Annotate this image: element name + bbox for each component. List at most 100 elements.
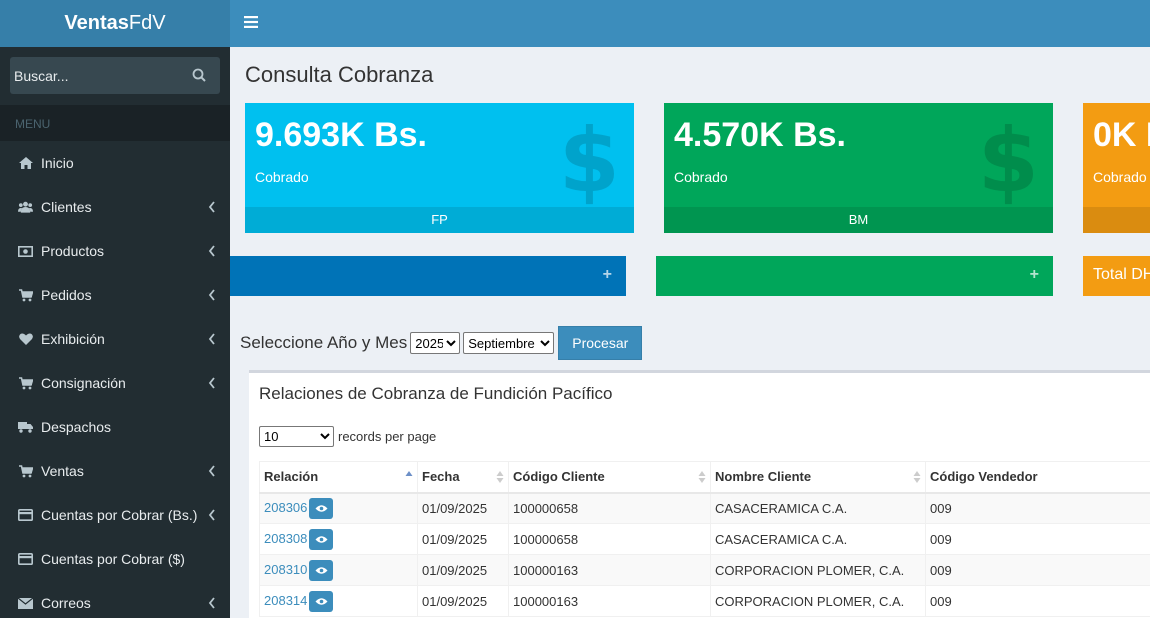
records-per-page: 10 records per page <box>259 426 436 447</box>
cell-codigo-cliente: 100000658 <box>508 492 711 524</box>
home-icon <box>18 156 33 170</box>
sidebar-item-despachos[interactable]: Despachos <box>0 405 230 449</box>
table-row: 208308 01/09/2025 100000658 CASACERAMICA… <box>259 523 1150 555</box>
collapsed-box-title: Total DH <box>1093 266 1150 283</box>
sort-both-icon <box>496 471 504 483</box>
chevron-left-icon <box>208 289 215 301</box>
sidebar-item-consignacion[interactable]: Consignación <box>0 361 230 405</box>
sidebar-item-label: Productos <box>41 243 105 259</box>
box-footer-link[interactable] <box>1083 207 1150 233</box>
chevron-left-icon <box>208 201 215 213</box>
info-box-fp: 9.693K Bs. Cobrado $ FP <box>245 103 634 233</box>
column-header-fecha[interactable]: Fecha <box>417 461 509 494</box>
cell-nombre-cliente: CASACERAMICA C.A. <box>710 523 926 555</box>
money-icon <box>18 244 33 258</box>
box-value: 9.693K Bs. <box>255 116 427 154</box>
column-header-label: Código Vendedor <box>930 469 1038 485</box>
sort-both-icon <box>698 471 706 483</box>
month-select[interactable]: Septiembre <box>463 332 555 354</box>
sidebar-item-label: Clientes <box>41 199 92 215</box>
cell-fecha: 01/09/2025 <box>417 585 509 617</box>
sidebar-item-label: Despachos <box>41 419 112 435</box>
eye-icon <box>315 505 328 512</box>
expand-plus-icon[interactable]: + <box>1030 266 1039 284</box>
users-icon <box>18 200 33 214</box>
column-header-label: Código Cliente <box>513 469 605 485</box>
relacion-link[interactable]: 208314 <box>264 592 307 607</box>
table-header-row: Relación Fecha Código Cliente Nombre Cli… <box>259 461 1150 494</box>
sidebar-item-pedidos[interactable]: Pedidos <box>0 273 230 317</box>
column-header-codigo-cliente[interactable]: Código Cliente <box>508 461 711 494</box>
sort-both-icon <box>913 471 921 483</box>
sidebar-item-clientes[interactable]: Clientes <box>0 185 230 229</box>
sidebar-item-ventas[interactable]: Ventas <box>0 449 230 493</box>
collapsed-box-green: + <box>656 256 1053 296</box>
cart-icon <box>18 288 33 302</box>
sidebar-item-label: Cuentas por Cobrar ($) <box>41 551 185 567</box>
brand-name-bold: Ventas <box>64 12 129 34</box>
cell-codigo-cliente: 100000163 <box>508 554 711 586</box>
cell-nombre-cliente: CASACERAMICA C.A. <box>710 492 926 524</box>
cell-relacion: 208306 <box>259 492 418 524</box>
sidebar: VentasFdV MENU Inicio Clientes Productos… <box>0 0 230 618</box>
collapsed-box-blue: + <box>230 256 626 296</box>
truck-icon <box>18 420 33 434</box>
sidebar-item-exhibicion[interactable]: Exhibición <box>0 317 230 361</box>
view-eye-button[interactable] <box>309 590 334 612</box>
sidebar-item-label: Correos <box>41 595 91 611</box>
sidebar-item-label: Consignación <box>41 375 126 391</box>
eye-icon <box>315 597 328 605</box>
sidebar-item-correos[interactable]: Correos <box>0 581 230 618</box>
chevron-left-icon <box>208 245 215 257</box>
sidebar-item-cuentas-bs[interactable]: Cuentas por Cobrar (Bs.) <box>0 493 230 537</box>
column-header-codigo-vendedor[interactable]: Código Vendedor <box>925 461 1150 494</box>
cart-icon <box>18 376 33 390</box>
search-input[interactable] <box>10 57 220 94</box>
cell-codigo-vendedor: 009 <box>925 585 1150 617</box>
view-eye-button[interactable] <box>309 497 334 519</box>
heart-icon <box>18 332 33 346</box>
relacion-link[interactable]: 208306 <box>264 500 307 515</box>
sidebar-item-cuentas-usd[interactable]: Cuentas por Cobrar ($) <box>0 537 230 581</box>
cell-relacion: 208308 <box>259 523 418 555</box>
sidebar-item-inicio[interactable]: Inicio <box>0 141 230 185</box>
menu-header: MENU <box>0 105 230 141</box>
menu-toggle-icon[interactable] <box>244 16 258 28</box>
box-label: Cobrado <box>255 169 309 185</box>
cell-fecha: 01/09/2025 <box>417 554 509 586</box>
table-row: 208310 01/09/2025 100000163 CORPORACION … <box>259 554 1150 586</box>
cell-codigo-cliente: 100000163 <box>508 585 711 617</box>
box-footer-link[interactable]: BM <box>664 207 1053 233</box>
cell-nombre-cliente: CORPORACION PLOMER, C.A. <box>710 554 926 586</box>
column-header-label: Nombre Cliente <box>715 469 812 485</box>
box-label: Cobrado <box>1093 169 1147 185</box>
panel-title: Relaciones de Cobranza de Fundición Pací… <box>259 384 613 403</box>
brand-name-light: FdV <box>128 12 166 34</box>
column-header-nombre-cliente[interactable]: Nombre Cliente <box>710 461 926 494</box>
view-eye-button[interactable] <box>309 559 334 581</box>
eye-icon <box>315 535 328 543</box>
cobranza-table: Relación Fecha Código Cliente Nombre Cli… <box>259 461 1150 617</box>
expand-plus-icon[interactable]: + <box>603 266 612 284</box>
box-footer-link[interactable]: FP <box>245 207 634 233</box>
brand-logo[interactable]: Ventas FdV <box>0 0 230 47</box>
relacion-link[interactable]: 208310 <box>264 561 307 576</box>
period-selector-label: Seleccione Año y Mes <box>240 333 408 352</box>
year-select[interactable]: 2025 <box>410 332 461 354</box>
view-eye-button[interactable] <box>309 528 334 550</box>
sidebar-item-productos[interactable]: Productos <box>0 229 230 273</box>
sidebar-item-label: Ventas <box>41 463 84 479</box>
sidebar-search <box>0 47 230 104</box>
cell-relacion: 208314 <box>259 585 418 617</box>
procesar-button[interactable]: Procesar <box>558 326 643 360</box>
search-icon[interactable] <box>192 68 206 82</box>
collapsed-box-orange: Total DH <box>1083 256 1150 296</box>
info-box-third: 0K Bs. Cobrado <box>1083 103 1150 233</box>
records-per-page-select[interactable]: 10 <box>259 426 334 447</box>
cell-nombre-cliente: CORPORACION PLOMER, C.A. <box>710 585 926 617</box>
relacion-link[interactable]: 208308 <box>264 530 307 545</box>
box-value: 4.570K Bs. <box>674 116 846 154</box>
column-header-relacion[interactable]: Relación <box>259 461 418 494</box>
cell-codigo-vendedor: 009 <box>925 523 1150 555</box>
records-per-page-label: records per page <box>338 429 437 444</box>
